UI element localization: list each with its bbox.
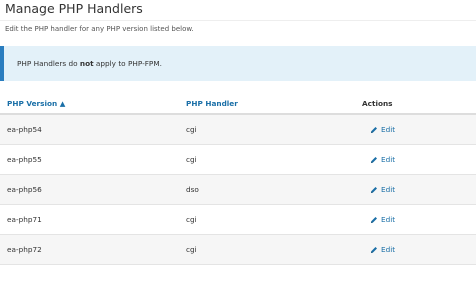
edit-button[interactable]: Edit — [370, 185, 395, 194]
info-notice: PHP Handlers do not apply to PHP-FPM. — [0, 46, 476, 81]
pencil-icon — [370, 216, 378, 224]
pencil-icon — [370, 156, 378, 164]
pencil-icon — [370, 246, 378, 254]
table-row: ea-php71 cgi Edit — [0, 205, 476, 235]
edit-label: Edit — [381, 125, 396, 134]
notice-prefix: PHP Handlers do — [17, 59, 80, 68]
table-header: PHP Version ▲ PHP Handler Actions — [0, 92, 476, 115]
notice-text: PHP Handlers do not apply to PHP-FPM. — [17, 59, 162, 68]
edit-label: Edit — [381, 245, 396, 254]
page-title: Manage PHP Handlers — [5, 1, 143, 16]
page-description: Edit the PHP handler for any PHP version… — [5, 25, 194, 33]
edit-button[interactable]: Edit — [370, 125, 395, 134]
table-body: ea-php54 cgi Edit ea-php55 cgi Edit ea-php56 ds… — [0, 115, 476, 265]
edit-button[interactable]: Edit — [370, 245, 395, 254]
notice-suffix: apply to PHP-FPM. — [93, 59, 162, 68]
php-handlers-table: PHP Version ▲ PHP Handler Actions ea-php… — [0, 92, 476, 265]
table-row: ea-php72 cgi Edit — [0, 235, 476, 265]
php-handler-cell: cgi — [186, 215, 197, 224]
php-version-cell: ea-php55 — [7, 155, 42, 164]
column-header-actions: Actions — [362, 99, 393, 108]
title-divider — [0, 20, 476, 21]
edit-button[interactable]: Edit — [370, 215, 395, 224]
table-row: ea-php55 cgi Edit — [0, 145, 476, 175]
column-header-php-version[interactable]: PHP Version ▲ — [7, 99, 65, 108]
table-row: ea-php54 cgi Edit — [0, 115, 476, 145]
php-version-cell: ea-php56 — [7, 185, 42, 194]
edit-label: Edit — [381, 185, 396, 194]
php-handler-cell: cgi — [186, 125, 197, 134]
pencil-icon — [370, 126, 378, 134]
column-header-php-handler[interactable]: PHP Handler — [186, 99, 238, 108]
php-version-cell: ea-php54 — [7, 125, 42, 134]
notice-emphasis: not — [79, 59, 94, 68]
edit-button[interactable]: Edit — [370, 155, 395, 164]
edit-label: Edit — [381, 155, 396, 164]
edit-label: Edit — [381, 215, 396, 224]
php-version-cell: ea-php71 — [7, 215, 42, 224]
php-handler-cell: cgi — [186, 245, 197, 254]
php-handler-cell: dso — [186, 185, 199, 194]
php-version-cell: ea-php72 — [7, 245, 42, 254]
pencil-icon — [370, 186, 378, 194]
php-handler-cell: cgi — [186, 155, 197, 164]
table-row: ea-php56 dso Edit — [0, 175, 476, 205]
